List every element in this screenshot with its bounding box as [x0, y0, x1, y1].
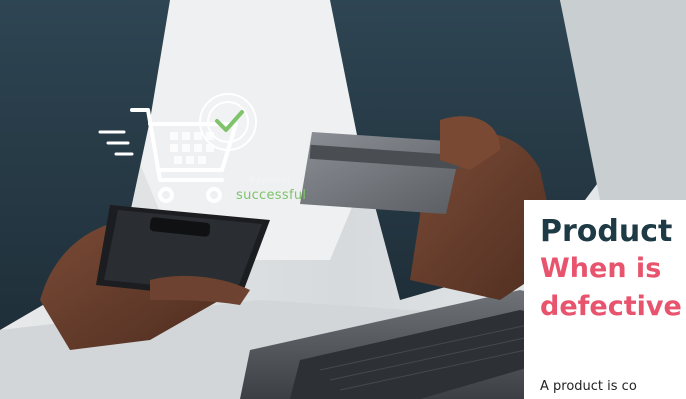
info-card: Product When is defective A product is c…	[524, 200, 686, 399]
card-title: Product	[540, 214, 673, 249]
card-question: When is defective	[540, 250, 682, 326]
card-question-line-1: When is	[540, 253, 662, 284]
successful-label: successful	[236, 188, 307, 203]
payment-label: Payment	[250, 176, 291, 186]
card-question-line-2: defective	[540, 291, 682, 322]
card-body-text: A product is co	[540, 379, 637, 394]
checkmark-circle-icon	[199, 93, 257, 151]
